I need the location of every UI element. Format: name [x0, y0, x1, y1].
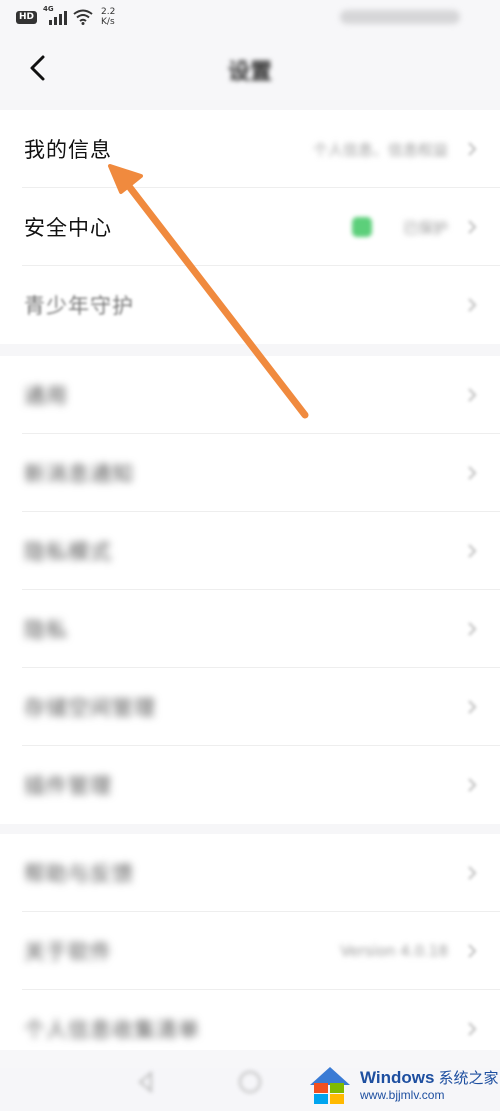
settings-group-account: 我的信息 个人信息、信息权益 安全中心 已保护 青少年守护 [0, 110, 500, 344]
watermark-brand-cn: 系统之家 [438, 1069, 499, 1087]
row-label: 插件管理 [24, 774, 112, 798]
row-value: 已保护 [402, 218, 448, 237]
row-label: 新消息通知 [24, 462, 134, 486]
settings-row-general[interactable]: 通用 [0, 356, 500, 434]
chevron-right-icon [468, 866, 477, 880]
settings-row-security-center[interactable]: 安全中心 已保护 [0, 188, 500, 266]
settings-row-notifications[interactable]: 新消息通知 [0, 434, 500, 512]
chevron-right-icon [468, 388, 477, 402]
settings-row-youth-guard[interactable]: 青少年守护 [0, 266, 500, 344]
chevron-right-icon [468, 220, 477, 234]
cellular-signal-icon: 4G [43, 5, 68, 25]
chevron-right-icon [468, 544, 477, 558]
status-right-blurred [340, 10, 460, 24]
chevron-right-icon [468, 778, 477, 792]
row-value: 个人信息、信息权益 [312, 140, 448, 159]
row-label: 通用 [24, 384, 68, 408]
row-label: 关于软件 [24, 940, 112, 964]
row-label: 安全中心 [24, 216, 112, 240]
wifi-icon [73, 9, 93, 25]
settings-group-about: 帮助与反馈 关于软件 Version 4.0.18 个人信息收集清单 [0, 834, 500, 1068]
watermark-url: www.bjjmlv.com [360, 1088, 445, 1102]
hd-badge: HD [16, 10, 38, 24]
chevron-right-icon [468, 622, 477, 636]
chevron-right-icon [468, 142, 477, 156]
nav-back-icon[interactable] [134, 1070, 158, 1094]
settings-row-my-info[interactable]: 我的信息 个人信息、信息权益 [0, 110, 500, 188]
settings-row-about[interactable]: 关于软件 Version 4.0.18 [0, 912, 500, 990]
chevron-right-icon [468, 298, 477, 312]
windows-logo-icon [310, 1066, 350, 1104]
row-label: 帮助与反馈 [24, 862, 134, 886]
status-bar: HD 4G 2.2 K/s [0, 0, 500, 34]
settings-row-privacy[interactable]: 隐私 [0, 590, 500, 668]
watermark-brand: Windows [360, 1068, 435, 1087]
row-label: 隐私 [24, 618, 68, 642]
settings-row-storage[interactable]: 存储空间管理 [0, 668, 500, 746]
network-speed: 2.2 K/s [101, 7, 116, 27]
row-label: 个人信息收集清单 [24, 1018, 200, 1042]
row-label: 存储空间管理 [24, 696, 156, 720]
chevron-right-icon [468, 944, 477, 958]
row-label: 我的信息 [24, 138, 112, 162]
page-title: 设置 [227, 59, 272, 85]
security-status-icon [352, 217, 372, 237]
watermark: Windows 系统之家 www.bjjmlv.com [306, 1058, 500, 1111]
nav-home-icon[interactable] [238, 1070, 262, 1094]
header: 设置 [0, 34, 500, 100]
row-label: 隐私模式 [24, 540, 112, 564]
chevron-right-icon [468, 1022, 477, 1036]
settings-row-help[interactable]: 帮助与反馈 [0, 834, 500, 912]
settings-row-privacy-mode[interactable]: 隐私模式 [0, 512, 500, 590]
row-label: 青少年守护 [24, 294, 134, 318]
settings-group-general: 通用 新消息通知 隐私模式 隐私 存储空间管理 插件管理 [0, 356, 500, 824]
chevron-right-icon [468, 466, 477, 480]
row-value: Version 4.0.18 [340, 942, 448, 960]
chevron-right-icon [468, 700, 477, 714]
settings-row-plugins[interactable]: 插件管理 [0, 746, 500, 824]
